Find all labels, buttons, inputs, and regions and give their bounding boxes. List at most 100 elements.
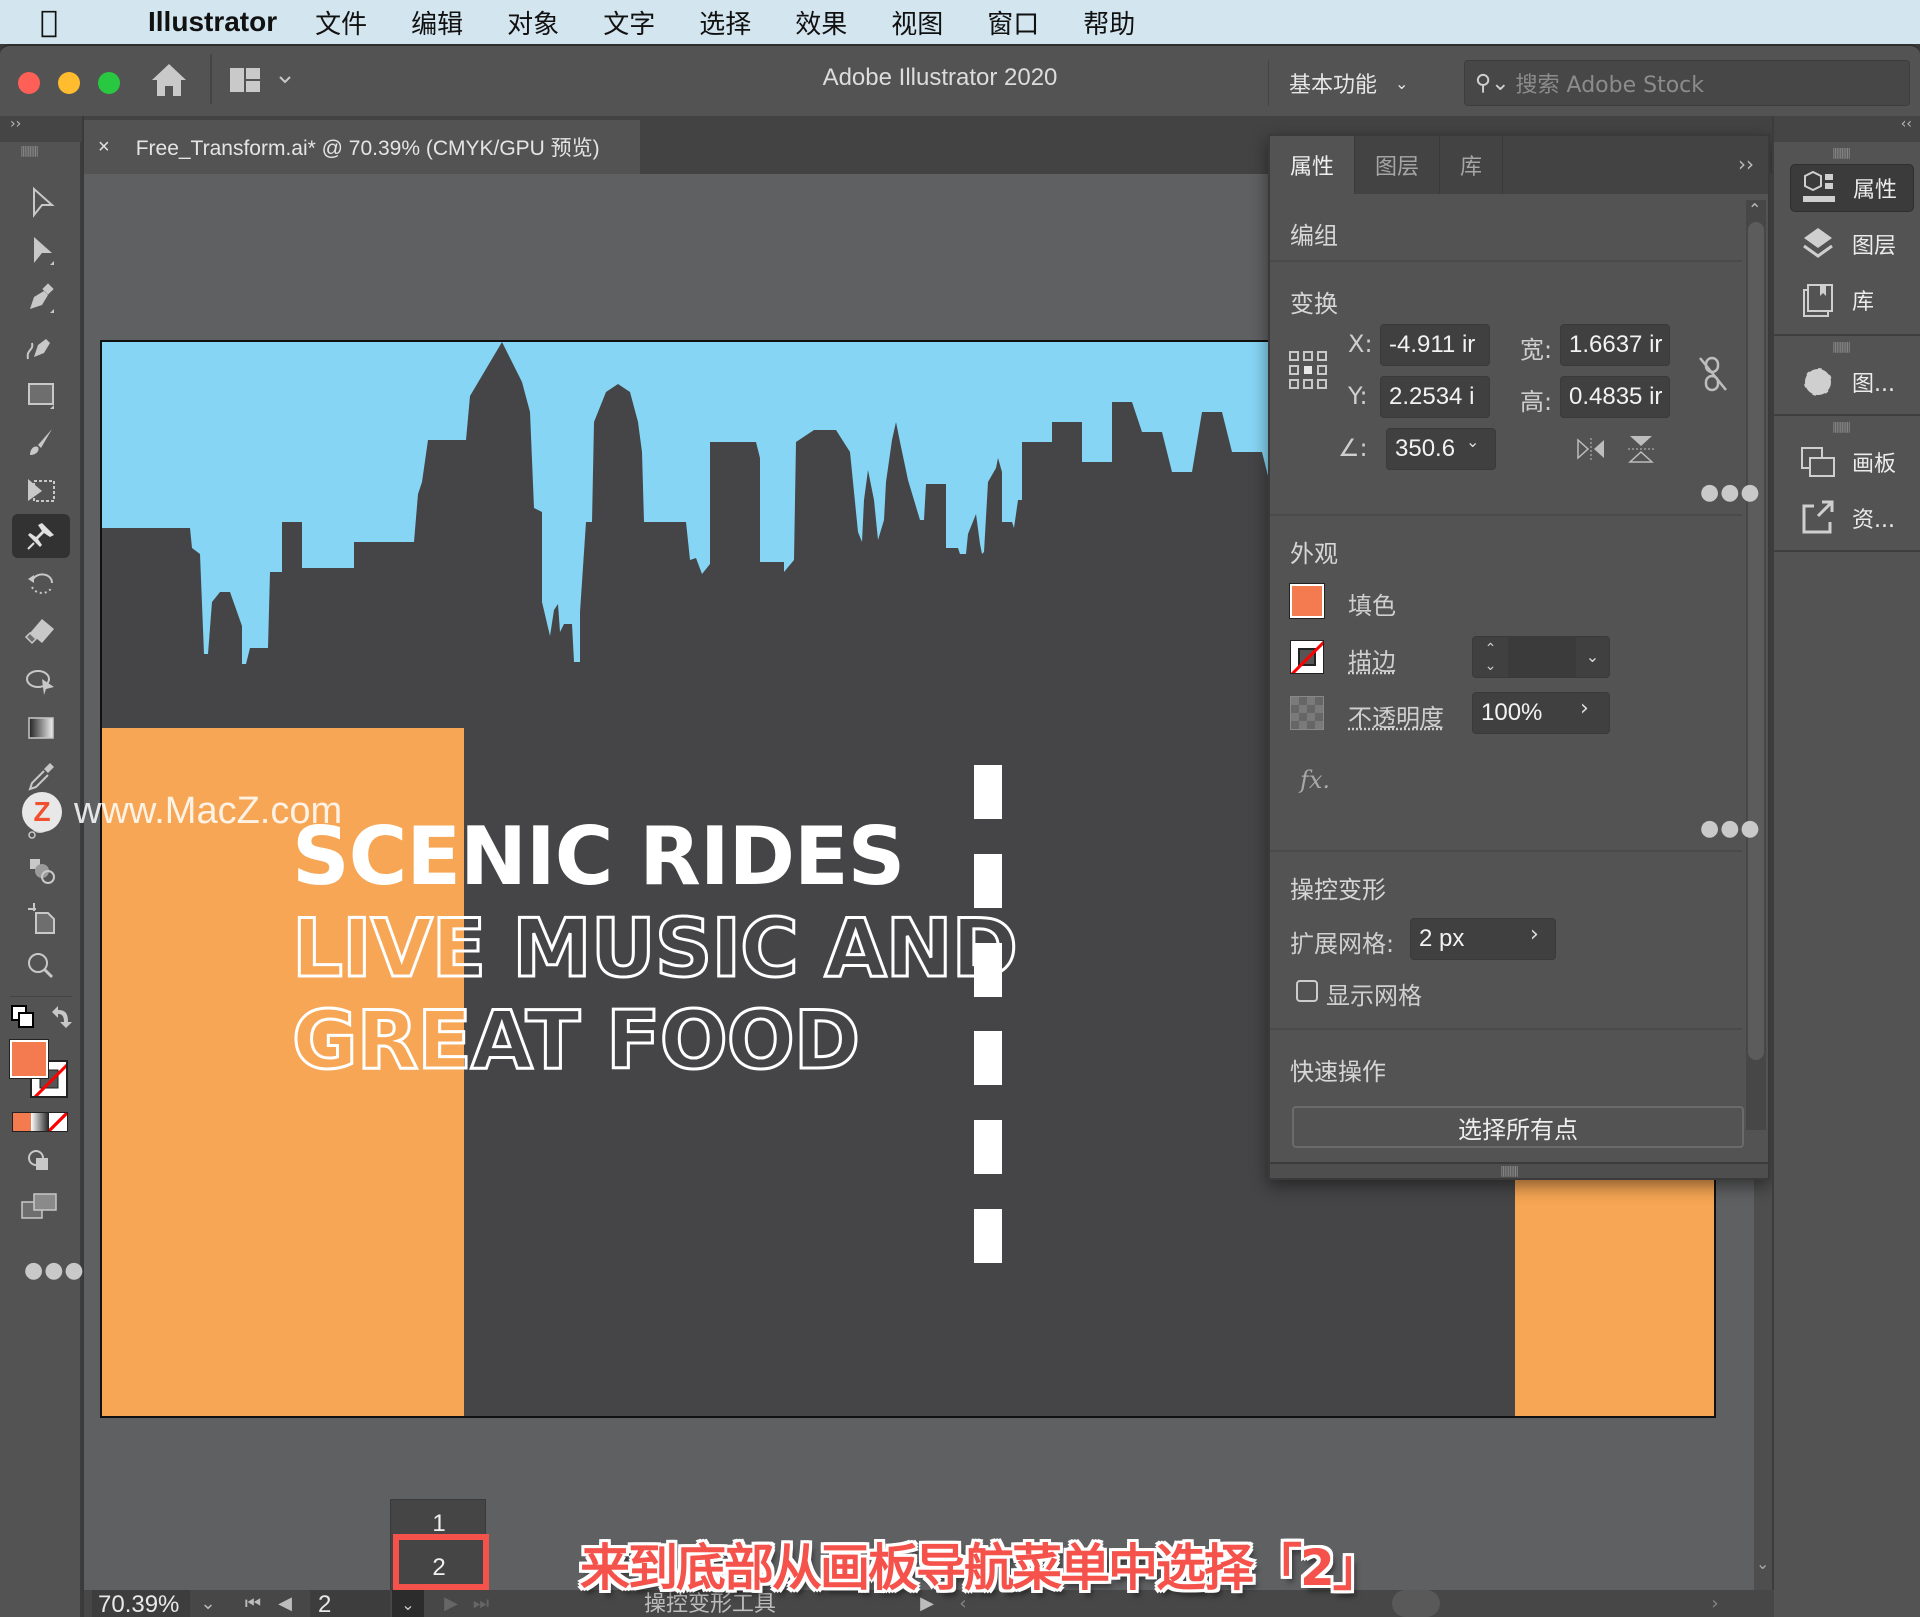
eraser-tool[interactable] <box>12 610 70 654</box>
y-position-field[interactable]: 2.2534 i <box>1380 376 1490 418</box>
scroll-down-icon[interactable]: ⌄ <box>1756 1554 1769 1573</box>
close-window-button[interactable] <box>18 72 40 94</box>
zoom-window-button[interactable] <box>98 72 120 94</box>
paintbrush-tool[interactable] <box>12 420 70 464</box>
direct-selection-tool[interactable] <box>12 228 70 272</box>
zoom-tool[interactable] <box>12 944 70 988</box>
zoom-level-field[interactable]: 70.39% <box>92 1590 190 1617</box>
menu-type[interactable]: 文字 <box>603 4 655 41</box>
swap-fill-stroke-icon[interactable] <box>48 1004 74 1034</box>
menu-view[interactable]: 视图 <box>891 4 943 41</box>
free-transform-tool[interactable] <box>12 468 70 512</box>
expand-mesh-arrow-icon[interactable]: › <box>1530 922 1539 947</box>
default-fill-stroke-icon[interactable] <box>10 1004 36 1034</box>
adobe-stock-search[interactable]: ⚲⌄ 搜索 Adobe Stock <box>1464 60 1910 106</box>
appearance-more-options-icon[interactable]: ●●● <box>1700 816 1761 841</box>
artboard-tool[interactable] <box>12 896 70 940</box>
reference-point-icon[interactable] <box>1288 350 1328 394</box>
opacity-label[interactable]: 不透明度 <box>1348 698 1444 733</box>
toolbar-grip[interactable]: |||||||||| <box>20 144 39 157</box>
minimize-window-button[interactable] <box>58 72 80 94</box>
artboard-navigation-dropdown[interactable]: ⌄ <box>392 1590 424 1617</box>
first-artboard-icon[interactable]: ⏮ <box>240 1590 266 1617</box>
dock-item-properties[interactable]: 属性 <box>1790 164 1914 212</box>
arrange-documents-icon[interactable] <box>228 66 294 100</box>
gradient-tool[interactable] <box>12 706 70 750</box>
show-mesh-checkbox[interactable] <box>1296 980 1318 1002</box>
dock-grip[interactable]: |||||||||| <box>1832 340 1851 353</box>
expand-toolbar-button[interactable]: ›› <box>0 116 82 142</box>
tab-layers[interactable]: 图层 <box>1355 136 1441 194</box>
headline-scenic-rides[interactable]: SCENIC RIDES <box>292 810 905 903</box>
panel-resize-handle[interactable]: |||||||||| <box>1270 1162 1768 1178</box>
edit-toolbar-more-icon[interactable]: ●●● <box>24 1258 85 1283</box>
scroll-right-icon[interactable]: › <box>1704 1590 1726 1617</box>
gradient-mode-button[interactable] <box>31 1113 49 1131</box>
workspace-switcher[interactable]: 基本功能 ⌄ <box>1268 60 1428 106</box>
stroke-label[interactable]: 描边 <box>1348 642 1396 677</box>
dock-item-layers[interactable]: 图层 <box>1790 220 1914 268</box>
previous-artboard-icon[interactable]: ◀ <box>272 1590 298 1617</box>
menu-window[interactable]: 窗口 <box>987 4 1039 41</box>
headline-great-food[interactable]: GREAT FOOD <box>290 993 861 1089</box>
stroke-stepper-icon[interactable]: ⌃ ⌄ <box>1473 637 1509 677</box>
menu-app-name[interactable]: Illustrator <box>148 6 277 38</box>
show-mesh-label[interactable]: 显示网格 <box>1326 976 1422 1011</box>
puppet-warp-tool[interactable] <box>12 514 70 558</box>
flip-horizontal-icon[interactable] <box>1576 436 1606 466</box>
shape-builder-tool[interactable] <box>12 658 70 702</box>
select-all-points-button[interactable]: 选择所有点 <box>1292 1106 1744 1148</box>
collapse-panel-icon[interactable]: ›› <box>1738 152 1754 176</box>
stroke-swatch[interactable] <box>1290 640 1324 674</box>
collapse-dock-button[interactable]: ‹‹ <box>1774 116 1920 142</box>
headline-live-music[interactable]: LIVE MUSIC AND <box>291 901 1020 997</box>
document-tab[interactable]: × Free_Transform.ai* @ 70.39% (CMYK/GPU … <box>84 120 640 174</box>
menu-select[interactable]: 选择 <box>699 4 751 41</box>
artboard-number-field[interactable]: 2 <box>310 1590 390 1617</box>
transform-more-options-icon[interactable]: ●●● <box>1700 480 1761 505</box>
draw-mode-icon[interactable] <box>26 1148 52 1178</box>
tab-libraries[interactable]: 库 <box>1440 136 1504 194</box>
menu-object[interactable]: 对象 <box>507 4 559 41</box>
dock-item-artboards[interactable]: 画板 <box>1790 438 1914 486</box>
zoom-dropdown-icon[interactable]: ⌄ <box>194 1590 222 1617</box>
apple-menu-icon[interactable]:  <box>40 5 100 40</box>
symbol-sprayer-tool[interactable] <box>12 848 70 892</box>
fill-swatch[interactable] <box>1289 583 1325 619</box>
stroke-dropdown-icon[interactable]: ⌄ <box>1575 637 1609 677</box>
last-artboard-icon[interactable]: ⏭ <box>468 1590 494 1617</box>
next-artboard-icon[interactable]: ▶ <box>440 1590 462 1617</box>
dock-item-asset-export[interactable]: 资... <box>1790 494 1914 542</box>
constrain-proportions-icon[interactable] <box>1698 354 1728 398</box>
dock-grip[interactable]: |||||||||| <box>1832 420 1851 433</box>
x-position-field[interactable]: -4.911 ir <box>1380 324 1490 366</box>
rotation-dropdown-icon[interactable]: ⌄ <box>1466 432 1479 451</box>
curvature-tool[interactable] <box>12 324 70 368</box>
width-field[interactable]: 1.6637 ir <box>1560 324 1670 366</box>
rectangle-tool[interactable] <box>12 372 70 416</box>
home-icon[interactable] <box>150 62 188 102</box>
menu-effect[interactable]: 效果 <box>795 4 847 41</box>
stroke-weight-field[interactable]: ⌃ ⌄ ⌄ <box>1472 636 1610 678</box>
opacity-field[interactable]: 100% <box>1472 692 1610 734</box>
rotation-field[interactable]: 350.6 <box>1386 428 1496 470</box>
none-mode-button[interactable] <box>49 1113 67 1131</box>
stroke-weight-value[interactable] <box>1509 637 1575 677</box>
pen-tool[interactable] <box>12 276 70 320</box>
height-field[interactable]: 0.4835 ir <box>1560 376 1670 418</box>
dock-grip[interactable]: |||||||||| <box>1832 146 1851 159</box>
horizontal-scroll-thumb[interactable] <box>1392 1590 1440 1617</box>
rotate-tool[interactable] <box>12 562 70 606</box>
tab-properties[interactable]: 属性 <box>1270 136 1356 194</box>
panel-scroll-thumb[interactable] <box>1748 222 1764 1060</box>
color-mode-button[interactable] <box>13 1113 31 1131</box>
close-tab-icon[interactable]: × <box>98 136 110 159</box>
menu-help[interactable]: 帮助 <box>1083 4 1135 41</box>
flip-vertical-icon[interactable] <box>1626 434 1656 468</box>
dock-item-libraries[interactable]: 库 <box>1790 276 1914 324</box>
fx-effects-button[interactable]: fx. <box>1300 766 1330 794</box>
scroll-up-icon[interactable]: ⌃ <box>1748 200 1761 219</box>
menu-file[interactable]: 文件 <box>315 4 367 41</box>
fill-color-swatch[interactable] <box>9 1039 49 1079</box>
selection-tool[interactable] <box>12 180 70 224</box>
